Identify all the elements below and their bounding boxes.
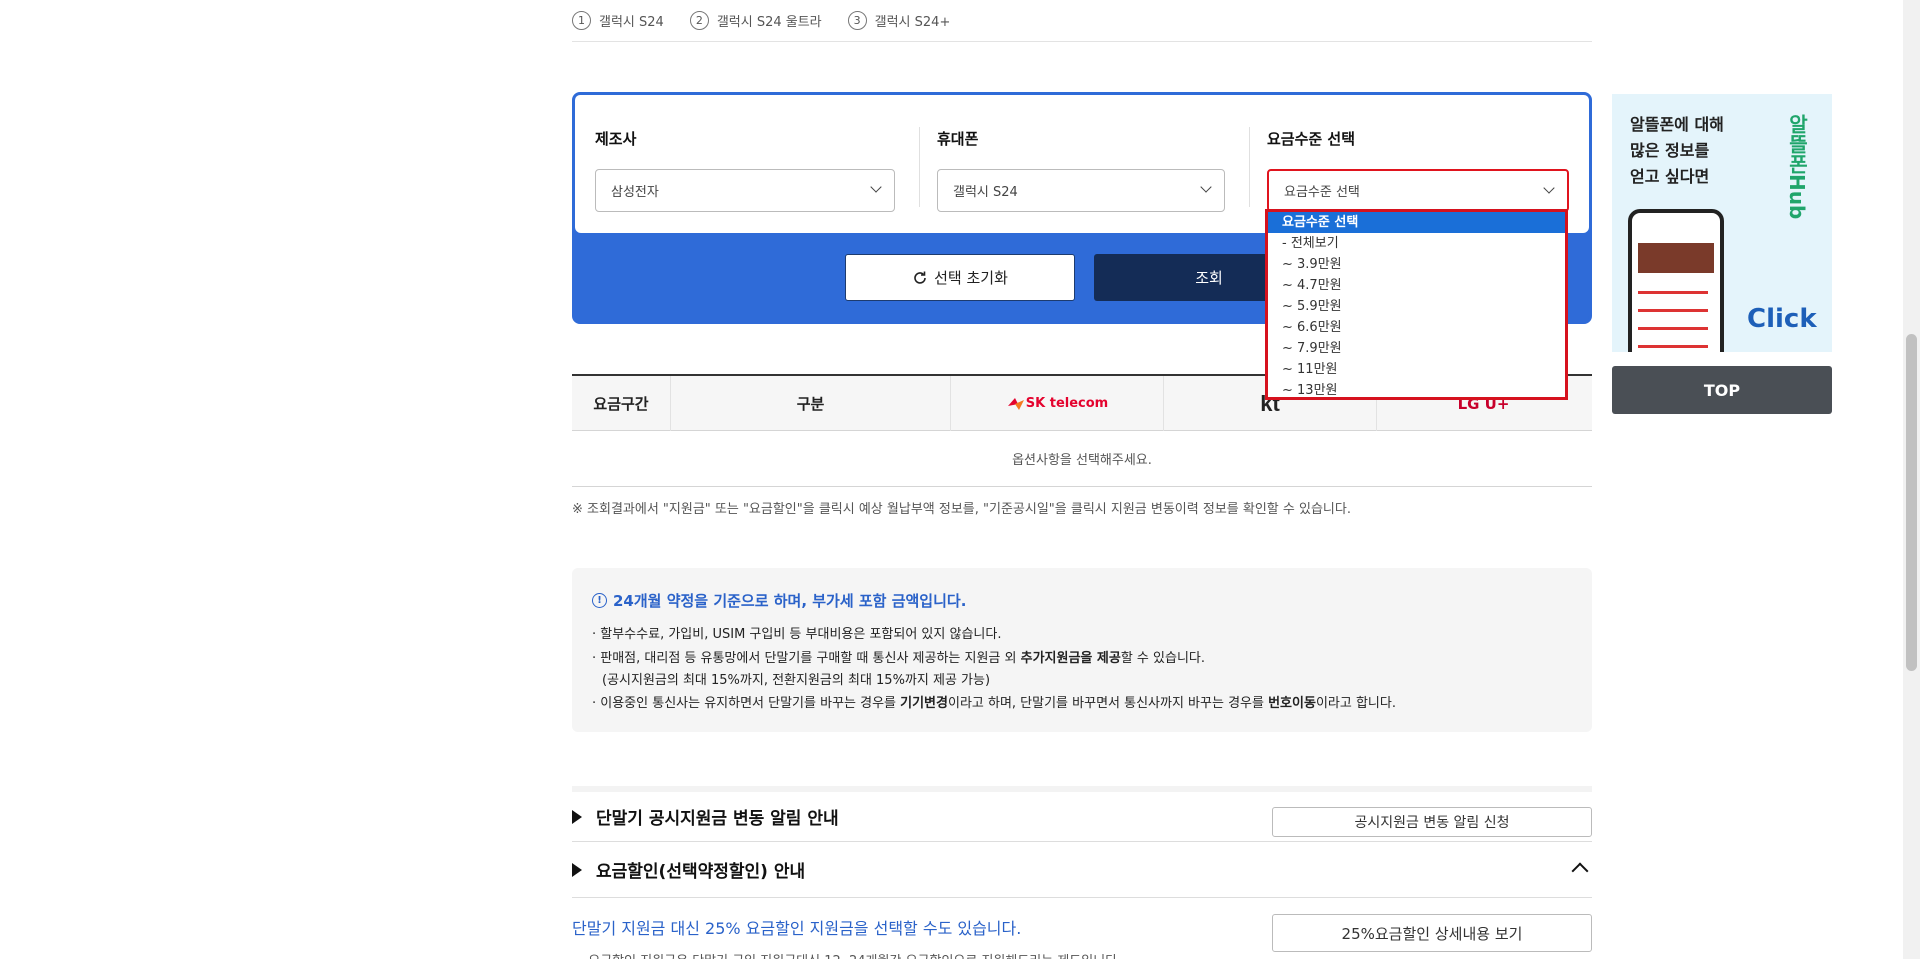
chevron-down-icon bbox=[1200, 181, 1212, 193]
info-line-4-text-end: 이라고 합니다. bbox=[1315, 696, 1396, 711]
plan-option[interactable]: ~ 11만원 bbox=[1268, 359, 1565, 380]
discount-detail-button[interactable]: 25%요금할인 상세내용 보기 bbox=[1272, 914, 1592, 952]
model-item-2[interactable]: 2 갤럭시 S24 울트라 bbox=[689, 11, 822, 30]
phone-select[interactable]: 갤럭시 S24 bbox=[937, 169, 1225, 212]
chevron-down-icon bbox=[1543, 182, 1555, 194]
chevron-down-icon bbox=[870, 181, 882, 193]
skt-logo: SK telecom bbox=[951, 376, 1164, 431]
plan-option[interactable]: 요금수준 선택 bbox=[1268, 212, 1565, 233]
accordion-subsidy-alert[interactable]: 단말기 공시지원금 변동 알림 안내 공시지원금 변동 알림 신청 bbox=[572, 786, 1592, 842]
banner-text: 알뜰폰에 대해 많은 정보를 얻고 싶다면 bbox=[1630, 112, 1724, 190]
number-3-icon: 3 bbox=[847, 11, 867, 30]
info-line-1: · 할부수수료, 가입비, USIM 구입비 등 부대비용은 포함되어 있지 않… bbox=[592, 627, 1002, 642]
table-empty-message: 옵션사항을 선택해주세요. bbox=[572, 431, 1592, 487]
info-line-4-text: · 이용중인 통신사는 유지하면서 단말기를 바꾸는 경우를 bbox=[592, 696, 901, 711]
maker-select[interactable]: 삼성전자 bbox=[595, 169, 895, 212]
model-list: 1 갤럭시 S24 2 갤럭시 S24 울트라 3 갤럭시 S24+ bbox=[572, 0, 1592, 42]
phone-label: 휴대폰 bbox=[937, 130, 979, 148]
model-label: 갤럭시 S24 bbox=[599, 15, 664, 30]
skt-butterfly-icon bbox=[1007, 397, 1024, 410]
info-line-2-text-end: 할 수 있습니다. bbox=[1120, 651, 1206, 666]
reset-button[interactable]: 선택 초기화 bbox=[845, 254, 1075, 301]
maker-label: 제조사 bbox=[595, 130, 637, 148]
plan-option[interactable]: ~ 3.9만원 bbox=[1268, 254, 1565, 275]
mvno-hub-banner[interactable]: 알뜰폰에 대해 많은 정보를 얻고 싶다면 알뜰폰Hub Click bbox=[1612, 94, 1832, 352]
info-line-4-bold-2: 번호이동 bbox=[1268, 696, 1316, 711]
info-title-text: 24개월 약정을 기준으로 하며, 부가세 포함 금액입니다. bbox=[613, 592, 967, 610]
plan-option[interactable]: - 전체보기 bbox=[1268, 233, 1565, 254]
divider bbox=[1249, 127, 1250, 207]
header-category: 구분 bbox=[671, 376, 951, 431]
maker-value: 삼성전자 bbox=[611, 185, 659, 200]
triangle-right-icon bbox=[572, 862, 582, 877]
skt-logo-text: SK telecom bbox=[1025, 396, 1109, 411]
plan-option[interactable]: ~ 6.6만원 bbox=[1268, 317, 1565, 338]
info-line-4-text-mid: 이라고 하며, 단말기를 바꾸면서 통신사까지 바꾸는 경우를 bbox=[947, 696, 1269, 711]
info-icon: ! bbox=[592, 593, 607, 608]
info-line-4: · 이용중인 통신사는 유지하면서 단말기를 바꾸는 경우를 기기변경이라고 하… bbox=[592, 692, 1396, 711]
info-line-3: (공시지원금의 최대 15%까지, 전환지원금의 최대 15%까지 제공 가능) bbox=[602, 673, 991, 688]
plan-option[interactable]: ~ 4.7만원 bbox=[1268, 275, 1565, 296]
info-title: ! 24개월 약정을 기준으로 하며, 부가세 포함 금액입니다. bbox=[592, 590, 966, 611]
discount-intro-text: 단말기 지원금 대신 25% 요금할인 지원금을 선택할 수도 있습니다. bbox=[572, 919, 1022, 938]
model-item-3[interactable]: 3 갤럭시 S24+ bbox=[847, 11, 951, 30]
discount-description: · 요금할인 지원금은 단말기 구입 지원금대신 12, 24개월간 요금할인으… bbox=[580, 950, 1121, 959]
info-line-2-bold: 추가지원금을 제공 bbox=[1020, 651, 1121, 666]
top-button[interactable]: TOP bbox=[1612, 366, 1832, 414]
plan-label: 요금수준 선택 bbox=[1267, 130, 1356, 148]
mvno-hub-logo: 알뜰폰Hub bbox=[1785, 114, 1809, 220]
plan-option[interactable]: ~ 13만원 bbox=[1268, 380, 1565, 397]
result-note: ※ 조회결과에서 "지원금" 또는 "요금할인"을 클릭시 예상 월납부액 정보… bbox=[572, 502, 1351, 517]
plan-option[interactable]: ~ 7.9만원 bbox=[1268, 338, 1565, 359]
plan-option[interactable]: ~ 5.9만원 bbox=[1268, 296, 1565, 317]
triangle-right-icon bbox=[572, 809, 582, 824]
accordion-title: 요금할인(선택약정할인) 안내 bbox=[596, 862, 806, 882]
plan-dropdown-list: 요금수준 선택 - 전체보기 ~ 3.9만원 ~ 4.7만원 ~ 5.9만원 ~… bbox=[1265, 209, 1568, 400]
banner-click-text: Click bbox=[1747, 304, 1817, 334]
refresh-icon bbox=[914, 271, 926, 284]
chevron-up-icon[interactable] bbox=[1571, 862, 1589, 880]
number-2-icon: 2 bbox=[689, 11, 709, 30]
header-plan-range: 요금구간 bbox=[572, 376, 671, 431]
accordion-rate-discount[interactable]: 요금할인(선택약정할인) 안내 bbox=[572, 842, 1592, 898]
reset-label: 선택 초기화 bbox=[934, 269, 1008, 287]
phone-field: 휴대폰 갤럭시 S24 bbox=[937, 95, 1225, 233]
phone-value: 갤럭시 S24 bbox=[953, 185, 1018, 200]
banner-line-2: 많은 정보를 bbox=[1630, 141, 1710, 160]
model-item-1[interactable]: 1 갤럭시 S24 bbox=[572, 11, 664, 30]
plan-value: 요금수준 선택 bbox=[1284, 185, 1360, 200]
maker-field: 제조사 삼성전자 bbox=[595, 95, 895, 233]
accordion-title: 단말기 공시지원금 변동 알림 안내 bbox=[596, 809, 839, 829]
info-line-2: · 판매점, 대리점 등 유통망에서 단말기를 구매할 때 통신사 제공하는 지… bbox=[592, 647, 1205, 666]
number-1-icon: 1 bbox=[572, 11, 591, 30]
divider bbox=[919, 127, 920, 207]
plan-select[interactable]: 요금수준 선택 bbox=[1267, 169, 1569, 212]
banner-line-3: 얻고 싶다면 bbox=[1630, 167, 1710, 186]
model-label: 갤럭시 S24 울트라 bbox=[716, 15, 822, 30]
info-line-2-text: · 판매점, 대리점 등 유통망에서 단말기를 구매할 때 통신사 제공하는 지… bbox=[592, 651, 1021, 666]
info-box: ! 24개월 약정을 기준으로 하며, 부가세 포함 금액입니다. · 할부수수… bbox=[572, 568, 1592, 732]
model-label: 갤럭시 S24+ bbox=[874, 15, 951, 30]
subsidy-alert-button[interactable]: 공시지원금 변동 알림 신청 bbox=[1272, 807, 1592, 837]
banner-line-1: 알뜰폰에 대해 bbox=[1630, 115, 1724, 134]
phone-illustration-icon bbox=[1628, 209, 1724, 352]
info-line-4-bold: 기기변경 bbox=[900, 696, 948, 711]
scrollbar-thumb[interactable] bbox=[1906, 334, 1917, 671]
